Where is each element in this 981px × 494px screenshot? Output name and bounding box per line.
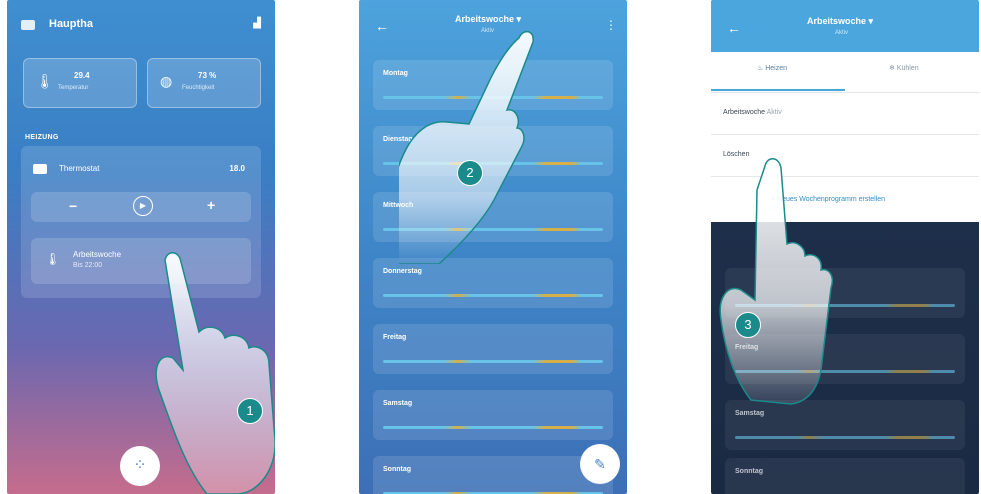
active-tab-indicator <box>711 89 845 91</box>
day-name: Dienstag <box>383 136 413 143</box>
home-header: Hauptha ▟ <box>7 16 275 40</box>
heating-panel: Thermostat 18.0 − ▶ + 🌡 Arbeitswoche Bis… <box>21 146 261 298</box>
humidity-label: Feuchtigkeit <box>182 85 215 91</box>
program-status: Aktiv <box>835 30 849 36</box>
dark-day-card: Sonntag <box>725 458 965 494</box>
program-title-dropdown[interactable]: Arbeitswoche ▾ <box>455 14 521 25</box>
tab-heating[interactable]: ♨ Heizen <box>757 64 787 72</box>
day-name: Donnerstag <box>383 268 422 275</box>
more-vertical-icon[interactable]: ⋮ <box>605 18 617 32</box>
menu-item-delete[interactable]: Löschen <box>711 136 979 177</box>
program-until: Bis 22:00 <box>73 262 103 269</box>
step-badge-3: 3 <box>735 312 761 338</box>
day-schedule-bar <box>383 360 603 363</box>
create-program-label: + Neues Wochenprogramm erstellen <box>771 196 886 203</box>
dark-day-card: Freitag <box>725 334 965 384</box>
grid-menu-button[interactable]: ⁘ <box>120 446 160 486</box>
day-name: Sonntag <box>735 468 763 475</box>
day-card-saturday[interactable]: Samstag <box>373 390 613 440</box>
mode-tabs: ♨ Heizen ❄ Kühlen <box>711 52 979 93</box>
day-schedule-bar <box>383 294 603 297</box>
back-arrow-icon[interactable]: ← <box>375 18 389 34</box>
day-name: Sonntag <box>383 466 411 473</box>
day-schedule-bar <box>383 96 603 99</box>
signal-icon: ▟ <box>253 18 261 29</box>
day-card-wednesday[interactable]: Mittwoch <box>373 192 613 242</box>
increase-button[interactable]: + <box>207 197 215 213</box>
decrease-button[interactable]: − <box>69 198 77 214</box>
day-name: Mittwoch <box>383 202 414 209</box>
menu-item-program[interactable]: Arbeitswoche Aktiv <box>711 94 979 135</box>
thermostat-icon <box>33 164 47 174</box>
day-name: Samstag <box>383 400 413 407</box>
day-card-tuesday[interactable]: Dienstag <box>373 126 613 176</box>
program-name: Arbeitswoche <box>73 250 122 259</box>
day-card-thursday[interactable]: Donnerstag <box>373 258 613 308</box>
phone-screen-weekly-program: ← Arbeitswoche ▾ Aktiv ⋮ Montag Dienstag… <box>359 0 627 494</box>
snowflake-icon: ❄ <box>889 65 897 72</box>
day-schedule-bar <box>735 304 955 307</box>
temperature-controls: − ▶ + <box>31 192 251 222</box>
thermostat-temp: 18.0 <box>229 164 245 173</box>
day-schedule-bar <box>735 436 955 439</box>
tab-cooling[interactable]: ❄ Kühlen <box>889 64 919 72</box>
menu-item-label: Löschen <box>723 151 750 158</box>
day-name: Freitag <box>735 344 759 351</box>
program-title-dropdown[interactable]: Arbeitswoche ▾ <box>807 16 873 27</box>
day-schedule-bar <box>383 162 603 165</box>
dimmed-background: Freitag Samstag Sonntag <box>711 222 979 494</box>
day-card-friday[interactable]: Freitag <box>373 324 613 374</box>
temperature-card[interactable]: 🌡 29.4 Temperatur <box>23 58 137 108</box>
day-schedule-bar <box>383 228 603 231</box>
day-name: Montag <box>383 70 408 77</box>
flame-icon: ♨ <box>757 65 766 72</box>
tab-heating-label: Heizen <box>765 65 788 72</box>
humidity-card[interactable]: ◍ 73 % Feuchtigkeit <box>147 58 261 108</box>
temperature-value: 29.4 <box>74 71 90 80</box>
day-name: Samstag <box>735 410 765 417</box>
thermostat-name: Thermostat <box>59 164 100 173</box>
day-card-sunday[interactable]: Sonntag <box>373 456 613 494</box>
edit-pencil-button[interactable]: ✎ <box>580 444 620 484</box>
step-badge-2: 2 <box>457 160 483 186</box>
heating-section-label: HEIZUNG <box>25 134 59 141</box>
humidity-icon: ◍ <box>160 73 173 89</box>
program-header: ← Arbeitswoche ▾ Aktiv <box>711 0 979 52</box>
weekly-program-row[interactable]: 🌡 Arbeitswoche Bis 22:00 <box>31 238 251 284</box>
program-status: Aktiv <box>481 28 495 34</box>
thermometer-icon: 🌡 <box>45 252 61 266</box>
temperature-label: Temperatur <box>58 85 89 91</box>
thermostat-row[interactable]: Thermostat 18.0 <box>31 162 251 180</box>
thermometer-icon: 🌡 <box>36 73 54 89</box>
step-badge-1: 1 <box>237 398 263 424</box>
humidity-value: 73 % <box>198 71 217 80</box>
day-schedule-bar <box>383 426 603 429</box>
dark-day-card <box>725 268 965 318</box>
house-icon[interactable] <box>21 20 35 30</box>
tab-cooling-label: Kühlen <box>896 65 919 72</box>
phone-screen-program-menu: ← Arbeitswoche ▾ Aktiv ♨ Heizen ❄ Kühlen… <box>711 0 979 494</box>
day-schedule-bar <box>735 370 955 373</box>
dark-day-card: Samstag <box>725 400 965 450</box>
home-title: Hauptha <box>49 18 93 30</box>
menu-item-label: Arbeitswoche Aktiv <box>723 109 782 116</box>
create-program-link[interactable]: + Neues Wochenprogramm erstellen <box>711 184 979 220</box>
mode-play-icon[interactable]: ▶ <box>133 196 153 216</box>
day-card-monday[interactable]: Montag <box>373 60 613 110</box>
phone-screen-home: Hauptha ▟ 🌡 29.4 Temperatur ◍ 73 % Feuch… <box>7 0 275 494</box>
program-header: ← Arbeitswoche ▾ Aktiv ⋮ <box>359 0 627 50</box>
back-arrow-icon[interactable]: ← <box>727 20 741 36</box>
day-name: Freitag <box>383 334 407 341</box>
